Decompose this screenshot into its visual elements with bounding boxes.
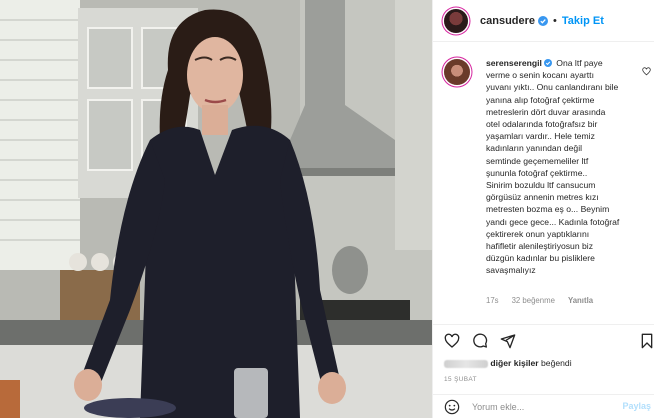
comment-line: yuvanı yıktı.. Onu canlandıranı bile [486, 82, 619, 93]
comment-line: metresten bozma eş o... Beynim [486, 204, 610, 215]
follow-button[interactable]: Takip Et [562, 15, 604, 27]
comment-like-heart-icon[interactable] [642, 67, 651, 76]
verified-badge-icon [538, 15, 549, 26]
comment-line: şunun​la fotoğraf çektirme.. [486, 167, 588, 178]
likes-others[interactable]: diğer kişiler [490, 358, 538, 368]
author-username[interactable]: cansudere [480, 15, 535, 27]
commenter-username[interactable]: serenserengil [486, 58, 542, 68]
comment-line: serenserengil Ona ltf paye [486, 57, 651, 69]
comment-line: semtinde geçemem​eliler ltf [486, 155, 589, 166]
comment-line: Sinirim bozuldu ltf cansucum [486, 180, 596, 191]
author-avatar[interactable] [444, 8, 468, 33]
comment-line: hafifletir alenileştiriyosun biz [486, 241, 593, 252]
heart-icon[interactable] [444, 333, 460, 349]
comment-line: otel odalarında fotoğrafsız bir [486, 119, 598, 130]
comment-line: metreslerin dört duvar arasında [486, 106, 606, 117]
post-side-panel: cansudere • Takip Et serenserengil Ona l… [432, 0, 654, 418]
blurred-username [444, 359, 488, 368]
action-bar [433, 324, 654, 354]
add-comment-bar: Paylaş [433, 394, 654, 418]
comment-line: yanına alıp fotoğraf çektirme [486, 94, 595, 105]
share-icon[interactable] [500, 333, 516, 349]
comment-input[interactable] [472, 401, 612, 412]
emoji-icon[interactable] [444, 399, 460, 415]
comment-line: çektirerek onun yaptıklarını [486, 228, 590, 239]
comment-text: serenserengil Ona ltf paye verme o senin… [486, 57, 651, 277]
comment-line: verme o senin kocanı ayarttı [486, 70, 594, 81]
commenter-avatar[interactable] [444, 59, 470, 85]
comment-line: yandı gece gece... Kadınla fotoğraf [486, 216, 620, 227]
comment-meta: 17s 32 beğenme Yanıtla [486, 296, 593, 305]
comment-line: savaşmalıyız [486, 265, 536, 276]
verified-badge-icon [543, 59, 552, 67]
comment-line: düzgün kadınlar bu pisliklere [486, 253, 595, 264]
comment-line: görgüsüz annenin metres kızı [486, 192, 599, 203]
likes-suffix: beğendi [541, 358, 572, 368]
comment-line: yaşamları vardır.. Hele temiz [486, 131, 595, 142]
comment-line-text: Ona ltf paye [556, 58, 603, 68]
post-date: 15 ŞUBAT [444, 376, 477, 383]
comment-time: 17s [486, 296, 499, 305]
reply-button[interactable]: Yanıtla [568, 296, 593, 305]
post-header: cansudere • Takip Et [433, 0, 654, 42]
likes-summary[interactable]: diğer kişiler beğendi [444, 358, 572, 368]
bookmark-icon[interactable] [639, 333, 654, 349]
kitchen-scene-image [0, 0, 432, 418]
comment-line: kadınların yanından değil [486, 143, 583, 154]
comment-likes[interactable]: 32 beğenme [512, 296, 555, 305]
comment-icon[interactable] [472, 333, 488, 349]
post-comment-button[interactable]: Paylaş [622, 401, 651, 411]
post-photo[interactable] [0, 0, 432, 418]
header-separator: • [553, 14, 557, 27]
